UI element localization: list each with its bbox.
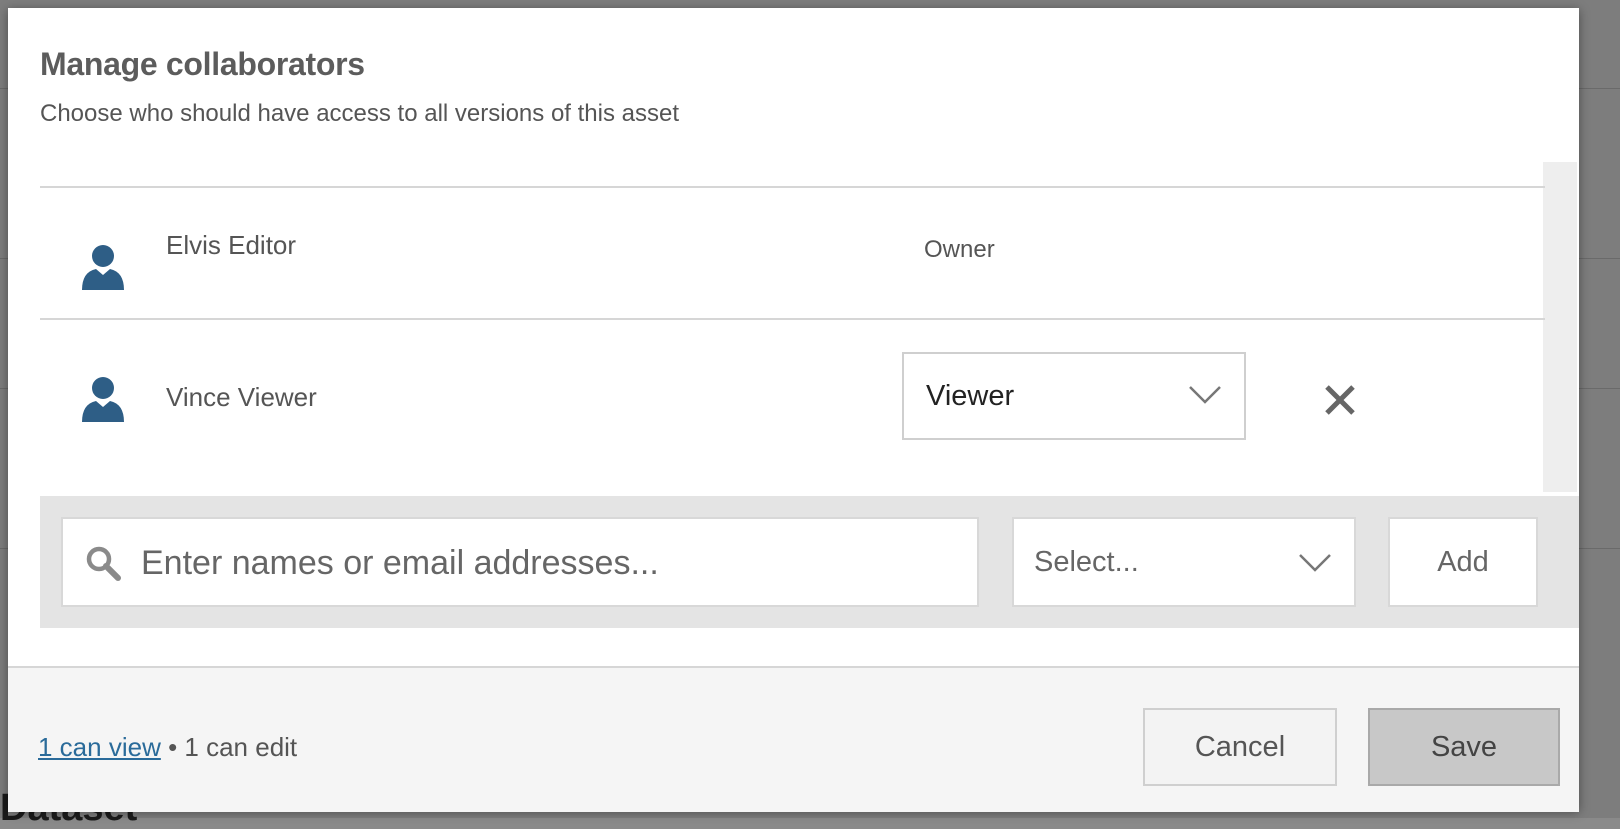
search-field[interactable] <box>61 517 979 607</box>
person-icon <box>82 377 124 422</box>
dialog-subtitle: Choose who should have access to all ver… <box>40 100 680 127</box>
dialog-footer: 1 can view • 1 can edit Cancel Save <box>8 666 1579 812</box>
manage-collaborators-dialog: Manage collaborators Choose who should h… <box>8 8 1579 812</box>
edit-count: 1 can edit <box>184 732 298 762</box>
collaborator-name: Elvis Editor <box>166 230 297 260</box>
collaborator-role: Owner <box>924 236 995 263</box>
collaborator-name: Vince Viewer <box>166 382 317 412</box>
remove-collaborator-icon[interactable] <box>1322 382 1358 418</box>
search-icon <box>86 546 121 581</box>
add-collaborator-bar: Select... Add <box>40 496 1579 628</box>
list-scrollbar[interactable] <box>1543 162 1577 492</box>
save-button[interactable]: Save <box>1368 708 1560 786</box>
collaborator-row: Vince Viewer Viewer <box>40 318 1545 494</box>
access-summary: 1 can view • 1 can edit <box>38 732 297 763</box>
person-icon <box>82 245 124 290</box>
add-button[interactable]: Add <box>1388 517 1538 607</box>
chevron-down-icon <box>1189 386 1221 404</box>
collaborator-role-select[interactable]: Viewer <box>902 352 1246 440</box>
cancel-button[interactable]: Cancel <box>1143 708 1337 786</box>
collaborator-row: Elvis Editor Owner <box>40 186 1545 318</box>
summary-separator: • <box>160 732 185 762</box>
permission-select[interactable]: Select... <box>1012 517 1356 607</box>
view-count-link[interactable]: 1 can view <box>38 732 161 762</box>
chevron-down-icon <box>1299 554 1331 572</box>
search-input[interactable] <box>139 535 963 591</box>
role-select-value: Viewer <box>926 380 1015 412</box>
dialog-title: Manage collaborators <box>40 46 365 82</box>
permission-select-placeholder: Select... <box>1034 546 1139 578</box>
